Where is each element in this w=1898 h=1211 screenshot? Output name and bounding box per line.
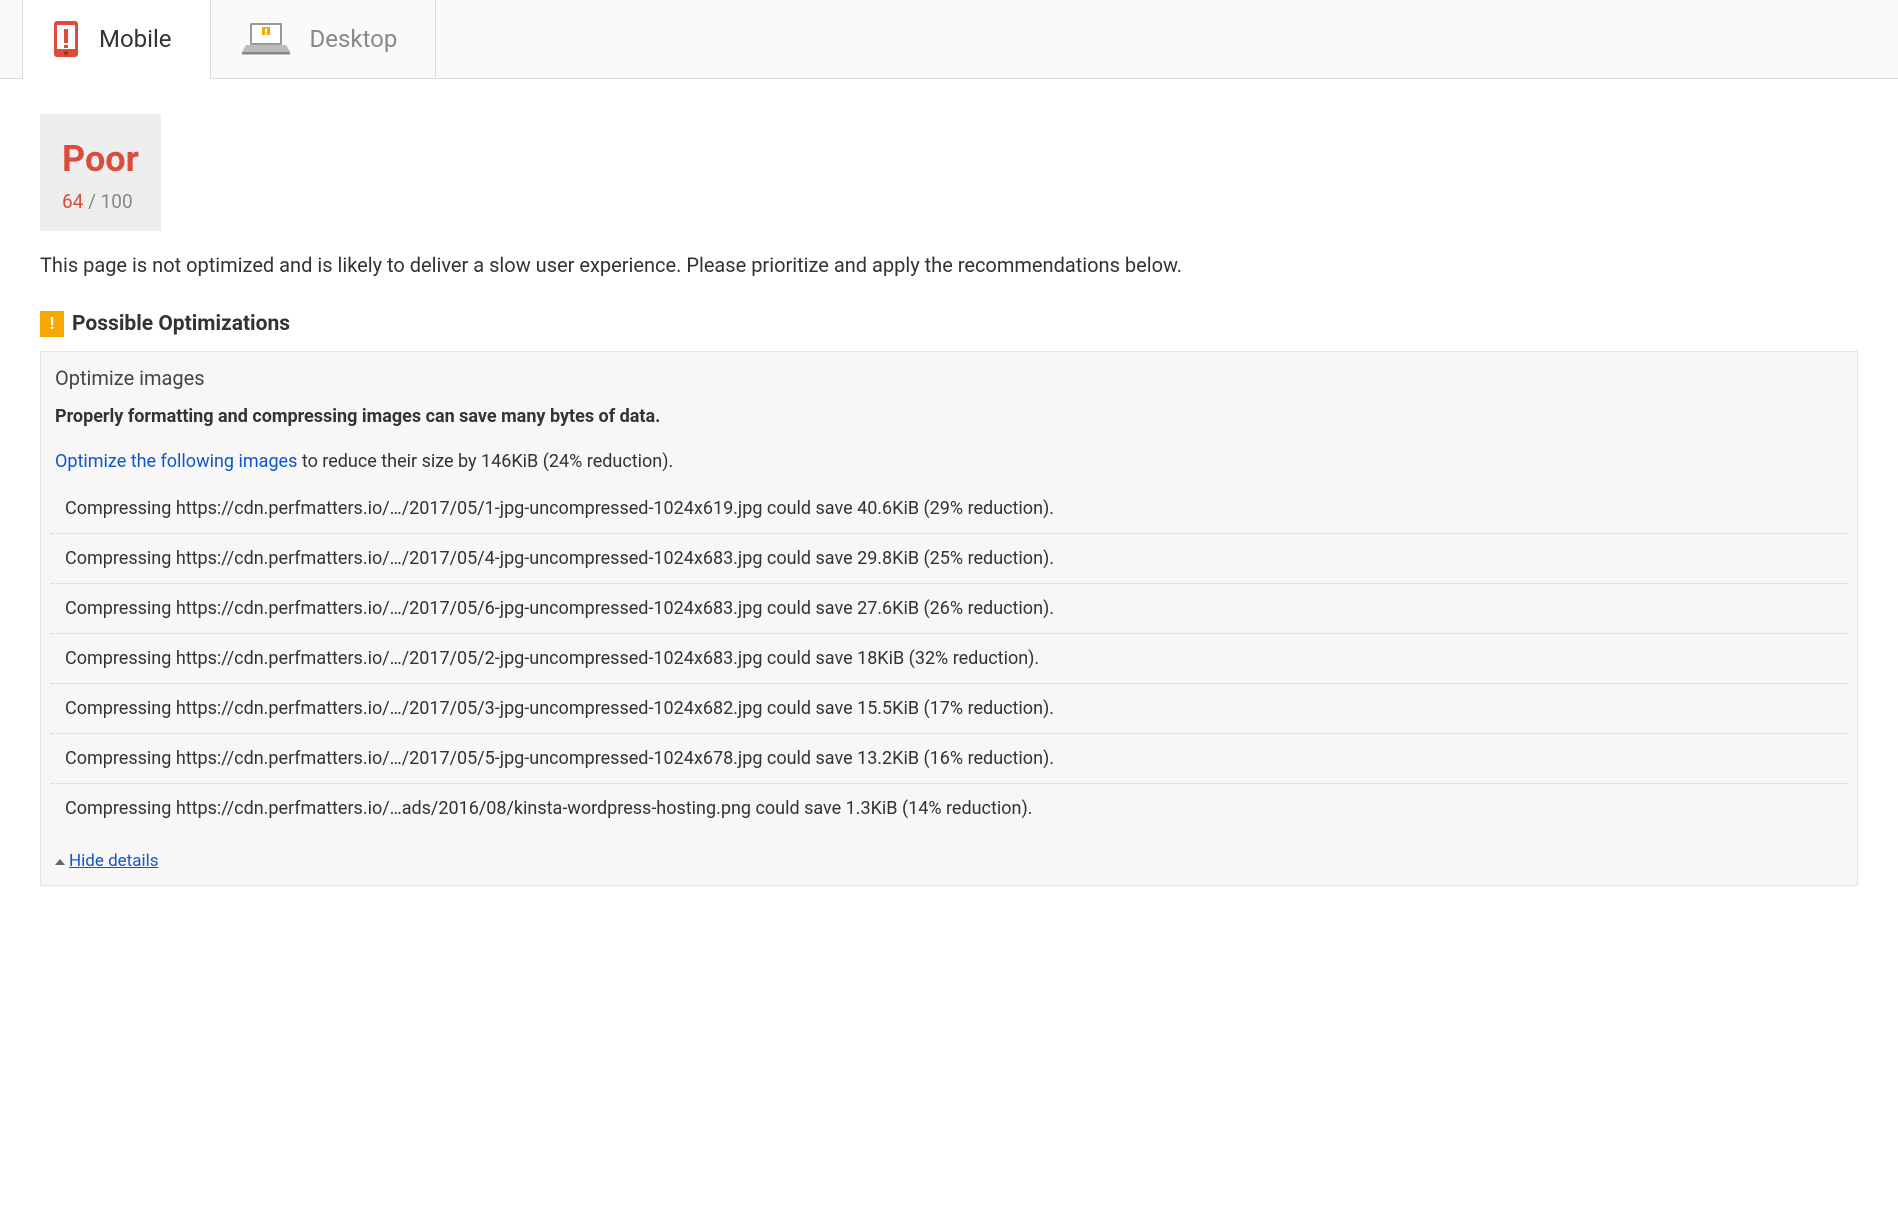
list-item: Compressing https://cdn.perfmatters.io/…… [51,684,1847,734]
score-sep: / [83,190,100,213]
warning-icon: ! [40,311,64,337]
optimize-link[interactable]: Optimize the following images [55,451,297,472]
score-box: Poor 64 / 100 [40,114,161,231]
list-item: Compressing https://cdn.perfmatters.io/…… [51,634,1847,684]
mobile-icon [51,19,81,59]
list-item: Compressing https://cdn.perfmatters.io/…… [51,784,1847,833]
panel-desc-tail: to reduce their size by 146KiB (24% redu… [297,451,673,472]
tab-mobile[interactable]: Mobile [22,0,211,79]
optimization-panel: Optimize images Properly formatting and … [40,351,1858,886]
list-item: Compressing https://cdn.perfmatters.io/…… [51,484,1847,534]
tab-desktop[interactable]: Desktop [211,0,437,78]
summary-text: This page is not optimized and is likely… [40,253,1858,277]
list-item: Compressing https://cdn.perfmatters.io/…… [51,534,1847,584]
triangle-up-icon [55,859,65,865]
list-item: Compressing https://cdn.perfmatters.io/…… [51,584,1847,634]
panel-subtitle: Properly formatting and compressing imag… [41,406,1857,451]
list-item: Compressing https://cdn.perfmatters.io/…… [51,734,1847,784]
section-title: Possible Optimizations [72,312,290,336]
panel-title: Optimize images [41,366,1857,406]
content-area: Poor 64 / 100 This page is not optimized… [0,79,1898,921]
score-label: Poor [62,138,139,180]
score-number: 64 [62,190,83,213]
section-header: ! Possible Optimizations [40,311,1858,337]
tab-mobile-label: Mobile [99,25,172,53]
score-value: 64 / 100 [62,190,139,213]
tab-desktop-label: Desktop [310,25,398,53]
desktop-icon [240,19,292,59]
panel-description: Optimize the following images to reduce … [41,451,1857,484]
tabs-row: Mobile Desktop [0,0,1898,79]
hide-details-link[interactable]: Hide details [69,851,159,871]
score-max: 100 [101,190,133,213]
hide-details-row: Hide details [41,833,1857,873]
